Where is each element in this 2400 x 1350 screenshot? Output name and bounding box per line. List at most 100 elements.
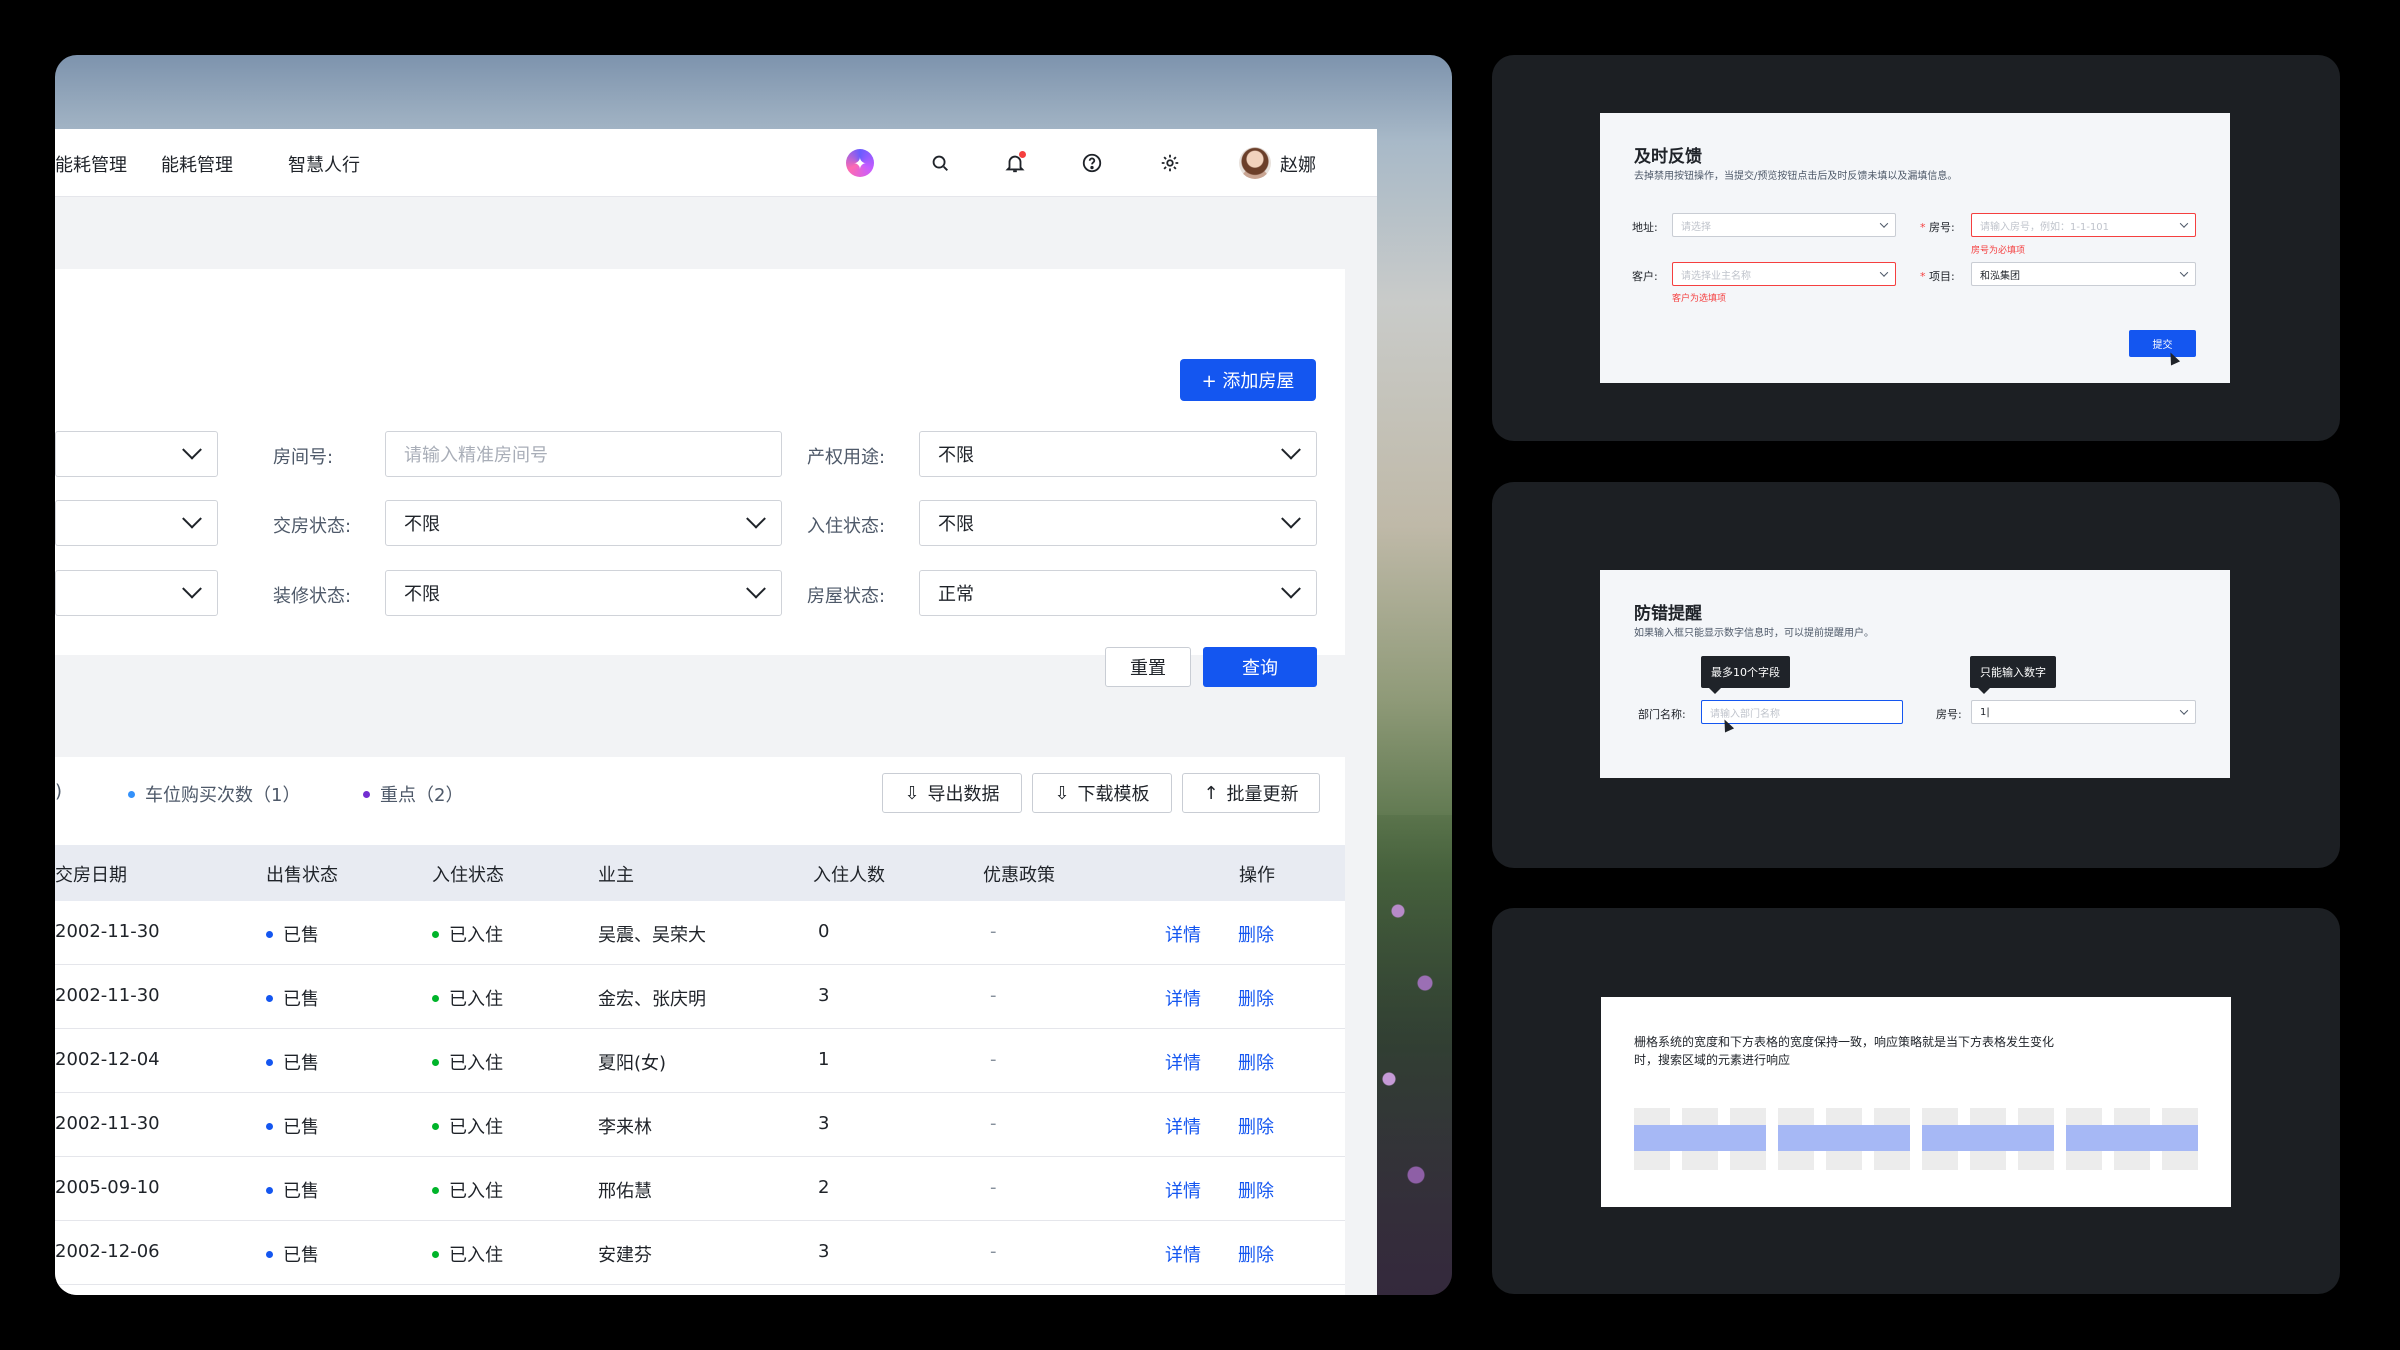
room-no-error: 房号为必填项 [1971,246,2026,256]
cell-count: 3 [818,1113,830,1134]
legend-dot [128,790,135,798]
legend-dot [363,790,370,798]
chevron-down-icon [182,439,202,460]
detail-link[interactable]: 详情 [1165,1049,1201,1075]
occupancy-label: 入住状态: [807,516,886,537]
dept-placeholder: 请输入部门名称 [1710,708,1780,720]
status-dot [432,1250,439,1258]
detail-link[interactable]: 详情 [1165,985,1201,1011]
project-select[interactable]: 和泓集团 [1971,262,2196,286]
detail-link[interactable]: 详情 [1165,1241,1201,1267]
delete-link[interactable]: 删除 [1238,1177,1274,1203]
cell-count: 3 [818,1241,830,1262]
top-navigation: 能耗管理 能耗管理 智慧人行 ✦ 赵娜 [55,129,1377,197]
status-dot [266,1250,273,1258]
dept-input[interactable]: 请输入部门名称 [1701,700,1903,724]
max-length-tooltip: 最多10个字段 [1701,656,1790,694]
filter-select-left-1[interactable] [55,431,218,477]
status-dot [266,1058,273,1066]
cell-sale: 已售 [266,1113,319,1139]
chevron-down-icon [1281,508,1301,529]
cell-occupancy: 已入住 [432,985,503,1011]
export-label: 导出数据 [927,784,1000,805]
room-no-label-2: 房号: [1936,708,1962,721]
gear-icon[interactable] [1155,148,1185,178]
delete-link[interactable]: 删除 [1238,1241,1274,1267]
status-dot [266,1122,273,1130]
address-select[interactable]: 请选择 [1672,213,1896,237]
cell-owner: 安建芬 [598,1245,652,1266]
grid-system-sheet [1601,997,2231,1207]
cell-policy: - [990,1113,997,1134]
handover-value: 不限 [404,514,440,535]
cell-owner: 金宏、张庆明 [598,989,706,1010]
chevron-down-icon [2179,268,2189,277]
filter-select-left-2[interactable] [55,500,218,546]
delete-link[interactable]: 删除 [1238,985,1274,1011]
cell-policy: - [990,1177,997,1198]
decor-select[interactable]: 不限 [385,570,782,616]
detail-link[interactable]: 详情 [1165,921,1201,947]
required-mark: * [1920,221,1929,234]
cell-owner: 李来林 [598,1117,652,1138]
occupancy-select[interactable]: 不限 [919,500,1317,546]
address-placeholder: 请选择 [1681,221,1711,233]
room-no-value: 1| [1980,706,1990,718]
delete-link[interactable]: 删除 [1238,1113,1274,1139]
chevron-down-icon [182,578,202,599]
cell-date: 2002-11-30 [55,985,160,1006]
bell-icon[interactable] [1000,148,1030,178]
status-dot [266,994,273,1002]
detail-link[interactable]: 详情 [1165,1177,1201,1203]
table-row: 2002-11-30 已售 已入住 吴震、吴荣大 0 - 详情 删除 [55,901,1345,965]
status-dot [432,930,439,938]
detail-link[interactable]: 详情 [1165,1113,1201,1139]
cell-owner: 夏阳(女) [598,1053,667,1074]
handover-select[interactable]: 不限 [385,500,782,546]
status-dot [432,994,439,1002]
add-house-button[interactable]: + 添加房屋 [1180,359,1316,401]
avatar[interactable] [1239,147,1271,179]
cell-count: 3 [818,985,830,1006]
delete-link[interactable]: 删除 [1238,1049,1274,1075]
cell-count: 2 [818,1177,830,1198]
cell-policy: - [990,985,997,1006]
customer-select[interactable]: 请选择业主名称 [1672,262,1896,286]
room-no-label-text: 房号: [1929,221,1955,234]
cell-occupancy: 已入住 [432,1113,503,1139]
app-logo-icon[interactable]: ✦ [845,148,875,178]
cell-date: 2002-12-04 [55,1049,160,1070]
submit-button[interactable]: 提交 [2129,330,2196,357]
filter-select-left-3[interactable] [55,570,218,616]
cell-owner: 邢佑慧 [598,1181,652,1202]
feedback-subtitle: 去掉禁用按钮操作，当提交/预览按钮点击后及时反馈未填以及漏填信息。 [1634,171,1958,182]
customer-label: 客户: [1632,270,1658,283]
nav-item-energy-2[interactable]: 能耗管理 [161,151,233,177]
delete-link[interactable]: 删除 [1238,921,1274,947]
table-row: 2002-12-04 已售 已入住 夏阳(女) 1 - 详情 删除 [55,1029,1345,1093]
export-button[interactable]: ⇩ 导出数据 [882,773,1022,813]
help-icon[interactable] [1077,148,1107,178]
nav-item-energy-1[interactable]: 能耗管理 [55,151,127,177]
reset-button[interactable]: 重置 [1105,647,1191,687]
download-template-button[interactable]: ⇩ 下载模板 [1032,773,1172,813]
error-prevention-subtitle: 如果输入框只能显示数字信息时，可以提前提醒用户。 [1634,628,1874,639]
th-actions: 操作 [1239,865,1275,886]
handover-label: 交房状态: [273,516,352,537]
th-occupant-count: 入住人数 [813,865,885,886]
room-no-input-2[interactable]: 1| [1971,700,2196,724]
property-select[interactable]: 不限 [919,431,1317,477]
error-prevention-title: 防错提醒 [1634,604,1702,624]
search-icon[interactable] [925,148,955,178]
th-sale-status: 出售状态 [266,865,338,886]
nav-item-smart-access[interactable]: 智慧人行 [288,151,360,177]
room-input[interactable]: 请输入精准房间号 [385,431,782,477]
batch-update-button[interactable]: ↑ 批量更新 [1182,773,1320,813]
chevron-down-icon [746,578,766,599]
username[interactable]: 赵娜 [1280,151,1316,177]
room-no-select[interactable]: 请输入房号，例如：1-1-101 [1971,213,2196,237]
grid-span-bar [1922,1125,2054,1151]
room-no-label: * 房号: [1920,219,1955,235]
house-status-select[interactable]: 正常 [919,570,1317,616]
query-button[interactable]: 查询 [1203,647,1317,687]
